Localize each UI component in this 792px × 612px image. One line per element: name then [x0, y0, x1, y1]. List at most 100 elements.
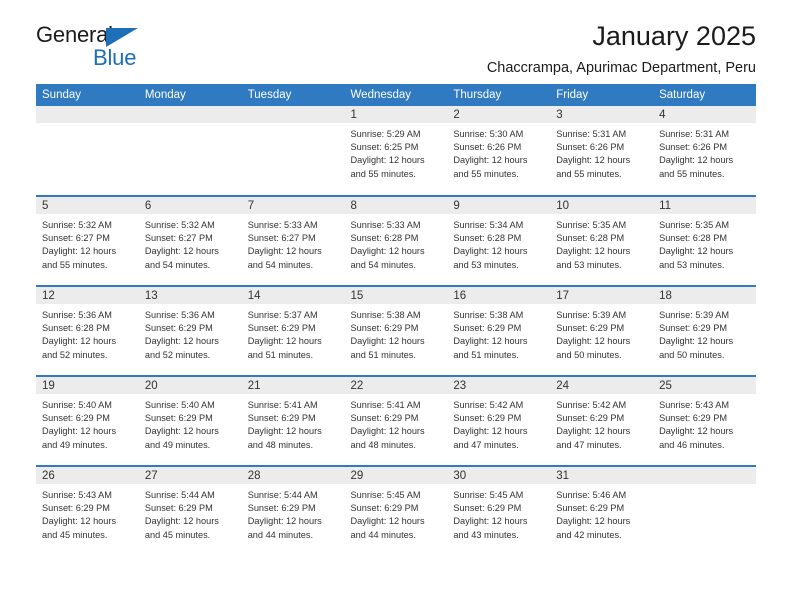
day-details: Sunrise: 5:43 AM Sunset: 6:29 PM Daylight:…	[653, 394, 756, 452]
sunset-text: Sunset: 6:25 PM	[350, 142, 419, 153]
sunrise-text: Sunrise: 5:38 AM	[350, 310, 421, 320]
calendar-day-cell[interactable]: 11 Sunrise: 5:35 AM Sunset: 6:28 PM Dayligh…	[653, 195, 756, 286]
daylight-text-line1: Daylight: 12 hours	[247, 246, 322, 257]
weekday-header-tuesday: Tuesday	[241, 84, 345, 106]
calendar-week-row: 26 Sunrise: 5:43 AM Sunset: 6:29 PM Dayligh…	[36, 465, 756, 556]
calendar-day-cell[interactable]: 15 Sunrise: 5:38 AM Sunset: 6:29 PM Dayligh…	[344, 285, 448, 376]
day-details: Sunrise: 5:34 AM Sunset: 6:28 PM Daylight:…	[447, 214, 550, 272]
calendar-cell-empty	[138, 106, 242, 196]
day-number: 26	[36, 467, 139, 484]
daylight-text-line2: and 43 minutes.	[453, 529, 519, 540]
sunset-text: Sunset: 6:29 PM	[350, 413, 419, 424]
calendar-day-cell[interactable]: 16 Sunrise: 5:38 AM Sunset: 6:29 PM Dayligh…	[447, 285, 551, 376]
sunset-text: Sunset: 6:29 PM	[556, 323, 625, 334]
daylight-text-line1: Daylight: 12 hours	[247, 336, 322, 347]
sunset-text: Sunset: 6:29 PM	[144, 413, 213, 424]
calendar-week-row: 5 Sunrise: 5:32 AM Sunset: 6:27 PM Daylight…	[36, 195, 756, 286]
calendar-day-cell[interactable]: 6 Sunrise: 5:32 AM Sunset: 6:27 PM Daylight…	[138, 195, 242, 286]
sunrise-text: Sunrise: 5:40 AM	[42, 400, 112, 410]
calendar-day-cell[interactable]: 19 Sunrise: 5:40 AM Sunset: 6:29 PM Dayligh…	[36, 375, 139, 466]
calendar-day-cell[interactable]: 25 Sunrise: 5:43 AM Sunset: 6:29 PM Dayligh…	[653, 375, 756, 466]
daylight-text-line2: and 42 minutes.	[556, 529, 622, 540]
daylight-text-line2: and 54 minutes.	[350, 259, 416, 270]
day-details: Sunrise: 5:36 AM Sunset: 6:28 PM Daylight:…	[36, 304, 139, 362]
day-number: 3	[550, 106, 654, 123]
calendar-day-cell[interactable]: 26 Sunrise: 5:43 AM Sunset: 6:29 PM Dayligh…	[36, 465, 139, 556]
sunset-text: Sunset: 6:28 PM	[350, 233, 419, 244]
calendar-day-cell[interactable]: 5 Sunrise: 5:32 AM Sunset: 6:27 PM Daylight…	[36, 195, 139, 286]
calendar-day-cell[interactable]: 22 Sunrise: 5:41 AM Sunset: 6:29 PM Dayligh…	[344, 375, 448, 466]
brand-name-blue: Blue	[93, 45, 137, 70]
day-number: 13	[138, 287, 242, 304]
calendar-day-cell[interactable]: 7 Sunrise: 5:33 AM Sunset: 6:27 PM Daylight…	[241, 195, 345, 286]
sunrise-text: Sunrise: 5:42 AM	[556, 400, 627, 410]
calendar-day-cell[interactable]: 12 Sunrise: 5:36 AM Sunset: 6:28 PM Dayligh…	[36, 285, 139, 376]
day-details: Sunrise: 5:31 AM Sunset: 6:26 PM Daylight:…	[550, 123, 653, 181]
day-details: Sunrise: 5:39 AM Sunset: 6:29 PM Daylight:…	[550, 304, 653, 362]
calendar-day-cell[interactable]: 29 Sunrise: 5:45 AM Sunset: 6:29 PM Dayligh…	[344, 465, 448, 556]
day-number	[653, 467, 756, 484]
day-number: 27	[138, 467, 242, 484]
calendar-day-cell[interactable]: 1 Sunrise: 5:29 AM Sunset: 6:25 PM Daylight…	[344, 106, 448, 196]
day-details: Sunrise: 5:32 AM Sunset: 6:27 PM Daylight:…	[139, 214, 242, 272]
sunrise-text: Sunrise: 5:44 AM	[144, 490, 215, 500]
sunset-text: Sunset: 6:29 PM	[659, 323, 727, 334]
daylight-text-line1: Daylight: 12 hours	[42, 246, 117, 257]
sunrise-text: Sunrise: 5:46 AM	[556, 490, 627, 500]
sunrise-text: Sunrise: 5:40 AM	[144, 400, 215, 410]
calendar-grid: Sunday Monday Tuesday Wednesday Thursday…	[36, 84, 756, 556]
daylight-text-line1: Daylight: 12 hours	[453, 155, 528, 166]
day-details: Sunrise: 5:41 AM Sunset: 6:29 PM Daylight:…	[242, 394, 345, 452]
day-details: Sunrise: 5:45 AM Sunset: 6:29 PM Daylight:…	[345, 484, 448, 542]
calendar-day-cell[interactable]: 4 Sunrise: 5:31 AM Sunset: 6:26 PM Daylight…	[653, 106, 756, 196]
calendar-day-cell[interactable]: 9 Sunrise: 5:34 AM Sunset: 6:28 PM Daylight…	[447, 195, 551, 286]
daylight-text-line1: Daylight: 12 hours	[659, 336, 734, 347]
daylight-text-line1: Daylight: 12 hours	[247, 426, 322, 437]
calendar-day-cell[interactable]: 14 Sunrise: 5:37 AM Sunset: 6:29 PM Dayligh…	[241, 285, 345, 376]
day-number: 8	[344, 197, 448, 214]
calendar-day-cell[interactable]: 27 Sunrise: 5:44 AM Sunset: 6:29 PM Dayligh…	[138, 465, 242, 556]
day-number: 29	[344, 467, 448, 484]
calendar-day-cell[interactable]: 21 Sunrise: 5:41 AM Sunset: 6:29 PM Dayligh…	[241, 375, 345, 466]
calendar-day-cell[interactable]: 20 Sunrise: 5:40 AM Sunset: 6:29 PM Dayligh…	[138, 375, 242, 466]
calendar-day-cell[interactable]: 17 Sunrise: 5:39 AM Sunset: 6:29 PM Dayligh…	[550, 285, 654, 376]
calendar-day-cell[interactable]: 8 Sunrise: 5:33 AM Sunset: 6:28 PM Daylight…	[344, 195, 448, 286]
general-blue-logo[interactable]: General Blue	[36, 22, 186, 72]
day-number: 15	[344, 287, 448, 304]
daylight-text-line2: and 55 minutes.	[659, 168, 725, 179]
sunset-text: Sunset: 6:29 PM	[453, 503, 522, 514]
day-number: 9	[447, 197, 551, 214]
sunrise-text: Sunrise: 5:42 AM	[453, 400, 524, 410]
sunrise-text: Sunrise: 5:35 AM	[556, 220, 627, 230]
day-number: 10	[550, 197, 654, 214]
sunrise-text: Sunrise: 5:41 AM	[350, 400, 421, 410]
calendar-day-cell[interactable]: 23 Sunrise: 5:42 AM Sunset: 6:29 PM Dayligh…	[447, 375, 551, 466]
calendar-day-cell[interactable]: 18 Sunrise: 5:39 AM Sunset: 6:29 PM Dayligh…	[653, 285, 756, 376]
calendar-day-cell[interactable]: 10 Sunrise: 5:35 AM Sunset: 6:28 PM Dayligh…	[550, 195, 654, 286]
sunset-text: Sunset: 6:29 PM	[144, 503, 213, 514]
daylight-text-line1: Daylight: 12 hours	[556, 516, 631, 527]
daylight-text-line2: and 53 minutes.	[453, 259, 519, 270]
sunset-text: Sunset: 6:27 PM	[42, 233, 110, 244]
calendar-day-cell[interactable]: 31 Sunrise: 5:46 AM Sunset: 6:29 PM Dayligh…	[550, 465, 654, 556]
calendar-cell-empty	[653, 465, 756, 556]
day-number: 11	[653, 197, 756, 214]
daylight-text-line2: and 50 minutes.	[659, 349, 725, 360]
calendar-day-cell[interactable]: 3 Sunrise: 5:31 AM Sunset: 6:26 PM Daylight…	[550, 106, 654, 196]
calendar-day-cell[interactable]: 2 Sunrise: 5:30 AM Sunset: 6:26 PM Daylight…	[447, 106, 551, 196]
day-number: 2	[447, 106, 551, 123]
calendar-day-cell[interactable]: 30 Sunrise: 5:45 AM Sunset: 6:29 PM Dayligh…	[447, 465, 551, 556]
sunset-text: Sunset: 6:26 PM	[453, 142, 522, 153]
calendar-header-row: Sunday Monday Tuesday Wednesday Thursday…	[36, 84, 756, 106]
calendar-body: 1 Sunrise: 5:29 AM Sunset: 6:25 PM Daylight…	[36, 106, 756, 556]
daylight-text-line2: and 51 minutes.	[247, 349, 314, 360]
weekday-header-saturday: Saturday	[653, 84, 756, 106]
calendar-week-row: 1 Sunrise: 5:29 AM Sunset: 6:25 PM Daylight…	[36, 106, 756, 196]
calendar-day-cell[interactable]: 28 Sunrise: 5:44 AM Sunset: 6:29 PM Dayligh…	[241, 465, 345, 556]
calendar-week-row: 12 Sunrise: 5:36 AM Sunset: 6:28 PM Dayligh…	[36, 285, 756, 376]
sunset-text: Sunset: 6:26 PM	[659, 142, 727, 153]
calendar-day-cell[interactable]: 13 Sunrise: 5:36 AM Sunset: 6:29 PM Dayligh…	[138, 285, 242, 376]
day-number: 6	[138, 197, 242, 214]
calendar-day-cell[interactable]: 24 Sunrise: 5:42 AM Sunset: 6:29 PM Dayligh…	[550, 375, 654, 466]
day-number	[36, 106, 139, 123]
